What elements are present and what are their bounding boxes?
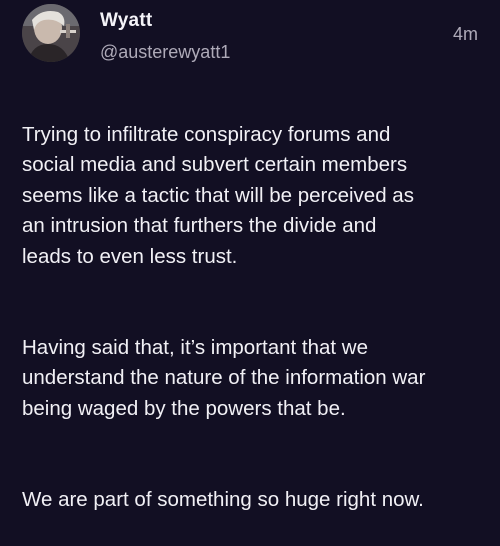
post-card: Wyatt @austerewyatt1 4m Trying to infilt… — [0, 0, 500, 511]
author-handle[interactable]: @austerewyatt1 — [100, 42, 230, 62]
avatar[interactable] — [22, 4, 80, 62]
post-body: Trying to infiltrate conspiracy forums a… — [22, 89, 488, 546]
author-info: Wyatt @austerewyatt1 — [100, 10, 230, 62]
post-paragraph: Trying to infiltrate conspiracy forums a… — [22, 122, 414, 268]
post-paragraph: We are part of something so huge right n… — [22, 487, 424, 511]
author-name[interactable]: Wyatt — [100, 10, 230, 32]
post-paragraph: Having said that, it’s important that we… — [22, 335, 426, 420]
timestamp[interactable]: 4m — [453, 24, 478, 45]
avatar-photo-icon — [22, 4, 80, 62]
